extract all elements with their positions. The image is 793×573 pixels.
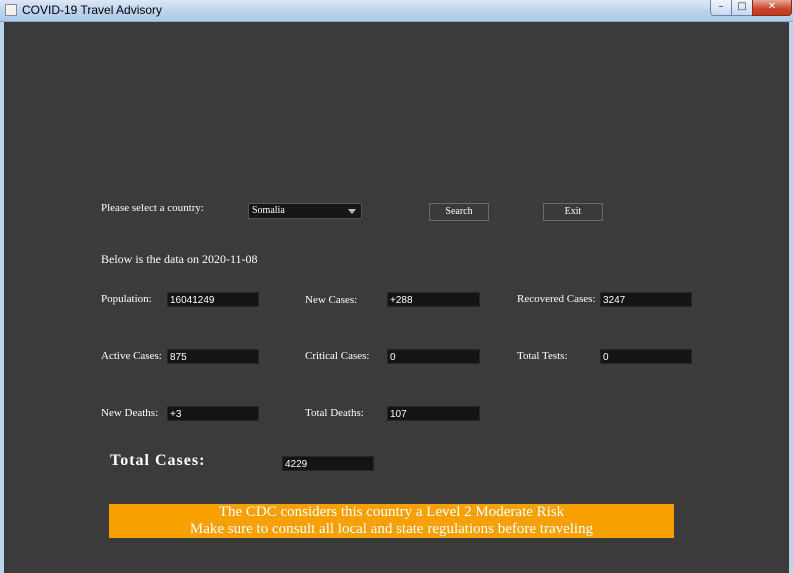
total-tests-label: Total Tests: bbox=[517, 350, 568, 362]
total-deaths-field[interactable]: 107 bbox=[387, 406, 480, 421]
new-cases-field[interactable]: +288 bbox=[387, 292, 480, 307]
maximize-button[interactable]: □ bbox=[731, 0, 753, 16]
total-cases-label: Total Cases: bbox=[110, 452, 206, 469]
exit-button[interactable]: Exit bbox=[543, 203, 603, 221]
country-select[interactable]: Somalia bbox=[248, 203, 362, 219]
population-field[interactable]: 16041249 bbox=[167, 292, 259, 307]
new-deaths-label: New Deaths: bbox=[101, 407, 159, 419]
data-date-text: Below is the data on 2020-11-08 bbox=[101, 252, 258, 266]
app-icon bbox=[5, 4, 17, 16]
new-cases-label: New Cases: bbox=[305, 294, 358, 306]
critical-cases-label: Critical Cases: bbox=[305, 350, 370, 362]
advisory-line-1: The CDC considers this country a Level 2… bbox=[218, 504, 565, 520]
country-label: Please select a country: bbox=[101, 202, 204, 214]
window-frame-right bbox=[789, 22, 793, 573]
minimize-button[interactable]: – bbox=[710, 0, 732, 16]
new-deaths-field[interactable]: +3 bbox=[167, 406, 259, 421]
active-cases-label: Active Cases: bbox=[101, 350, 162, 362]
window-title: COVID-19 Travel Advisory bbox=[22, 3, 163, 17]
title-bar: COVID-19 Travel Advisory – □ ✕ bbox=[0, 0, 793, 22]
recovered-cases-label: Recovered Cases: bbox=[517, 293, 596, 305]
country-select-value: Somalia bbox=[252, 205, 285, 216]
close-button[interactable]: ✕ bbox=[752, 0, 792, 16]
total-cases-field[interactable]: 4229 bbox=[282, 456, 374, 471]
recovered-cases-field[interactable]: 3247 bbox=[600, 292, 692, 307]
advisory-line-2: Make sure to consult all local and state… bbox=[189, 521, 594, 537]
critical-cases-field[interactable]: 0 bbox=[387, 349, 480, 364]
advisory-banner: The CDC considers this country a Level 2… bbox=[109, 504, 674, 538]
active-cases-field[interactable]: 875 bbox=[167, 349, 259, 364]
total-deaths-label: Total Deaths: bbox=[305, 407, 364, 419]
search-button[interactable]: Search bbox=[429, 203, 489, 221]
total-tests-field[interactable]: 0 bbox=[600, 349, 692, 364]
chevron-down-icon[interactable] bbox=[348, 209, 356, 214]
population-label: Population: bbox=[101, 293, 152, 305]
